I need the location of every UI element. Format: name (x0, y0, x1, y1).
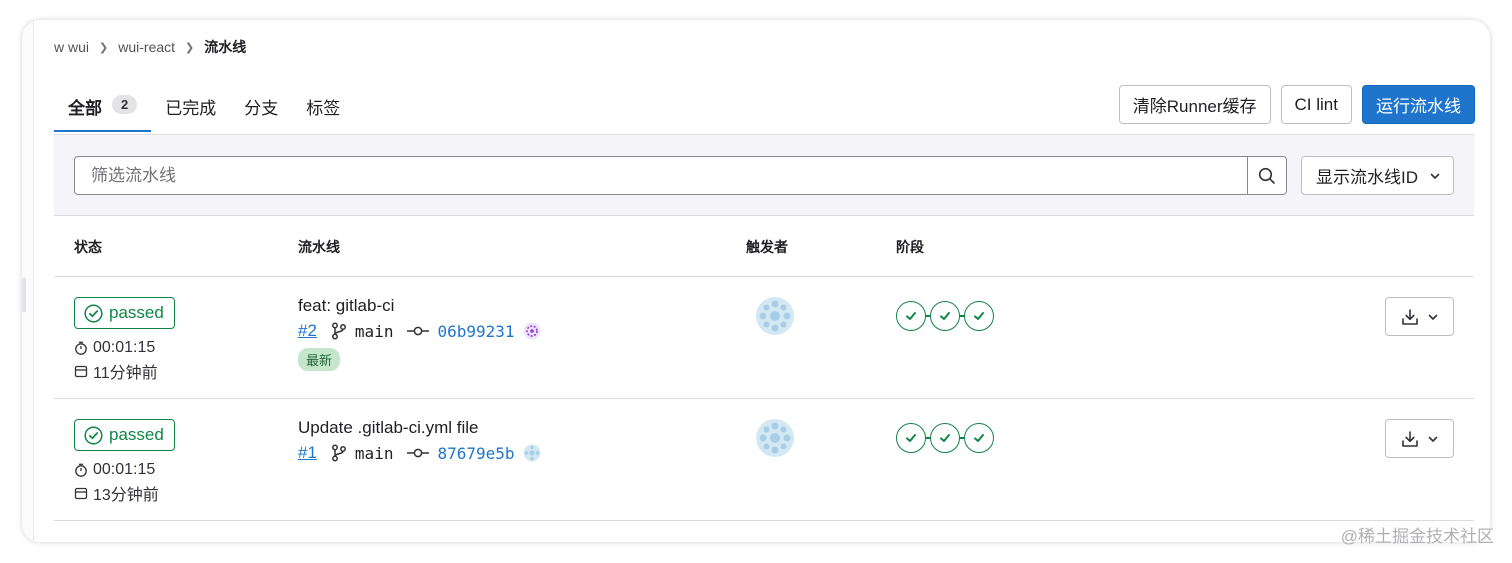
stage-passed-icon[interactable] (925, 423, 960, 453)
branch-icon (331, 322, 346, 340)
pipeline-refs: #1 main 87679e5b (298, 443, 541, 463)
branch-name[interactable]: main (355, 322, 394, 341)
filter-pipelines-input[interactable] (91, 165, 1247, 186)
tab-all[interactable]: 全部 2 (54, 82, 152, 132)
download-artifacts-button[interactable] (1385, 297, 1454, 336)
chevron-down-icon (1428, 436, 1437, 442)
duration: 00:01:15 (74, 339, 155, 357)
dropdown-label: 显示流水线ID (1316, 168, 1418, 187)
breadcrumb-group[interactable]: w wui (54, 39, 89, 55)
stage-passed-icon[interactable] (959, 423, 994, 453)
finished-value: 13分钟前 (93, 487, 159, 504)
pipeline-commit-title[interactable]: Update .gitlab-ci.yml file (298, 418, 478, 438)
run-pipeline-button[interactable]: 运行流水线 (1362, 85, 1475, 124)
triggerer-avatar[interactable] (756, 419, 794, 457)
commit-author-avatar[interactable] (523, 322, 541, 340)
chevron-down-icon (1428, 314, 1437, 320)
pipeline-commit-title[interactable]: feat: gitlab-ci (298, 296, 394, 316)
pipeline-id-link[interactable]: #2 (298, 321, 317, 341)
pipeline-stages (896, 301, 998, 331)
status-label: passed (109, 303, 164, 322)
table-row: passed 00:01:15 11分钟前 feat: gitlab-ci #2… (54, 277, 1474, 399)
branch-icon (331, 444, 346, 462)
download-icon (1401, 430, 1418, 447)
header-stages: 阶段 (896, 239, 924, 255)
pipeline-id-link[interactable]: #1 (298, 443, 317, 463)
latest-badge: 最新 (298, 348, 341, 371)
pipeline-scope-tabs: 全部 2 已完成 分支 标签 (54, 82, 354, 132)
breadcrumb-current[interactable]: 流水线 (204, 37, 246, 57)
table-row: passed 00:01:15 13分钟前 Update .gitlab-ci.… (54, 399, 1474, 521)
pipeline-refs: #2 main 06b99231 (298, 321, 541, 341)
watermark: @稀土掘金技术社区 (1340, 527, 1494, 546)
duration-value: 00:01:15 (93, 339, 156, 356)
stage-passed-icon[interactable] (925, 301, 960, 331)
sidebar-collapsed (22, 20, 34, 542)
calendar-icon (74, 365, 88, 378)
duration: 00:01:15 (74, 461, 155, 479)
finished-time: 13分钟前 (74, 481, 159, 505)
commit-author-avatar[interactable] (523, 444, 541, 462)
tab-label: 已完成 (165, 99, 217, 118)
stage-passed-icon[interactable] (959, 301, 994, 331)
status-success-icon (84, 303, 103, 323)
ci-lint-button[interactable]: CI lint (1280, 85, 1352, 124)
status-badge[interactable]: passed (74, 419, 175, 451)
sidebar-toggle-handle[interactable] (22, 278, 26, 312)
tab-label: 分支 (244, 99, 279, 118)
stage-passed-icon[interactable] (896, 423, 926, 453)
calendar-icon (74, 487, 88, 500)
app-window: w wui ❯ wui-react ❯ 流水线 全部 2 已完成 分支 标签 清… (22, 20, 1490, 542)
search-icon (1258, 167, 1275, 184)
header-pipeline: 流水线 (298, 239, 340, 255)
header-actions: 清除Runner缓存 CI lint 运行流水线 (1118, 85, 1475, 124)
download-artifacts-button[interactable] (1385, 419, 1454, 458)
status-success-icon (84, 425, 103, 445)
filter-field (75, 157, 1247, 194)
finished-time: 11分钟前 (74, 359, 158, 383)
timer-icon (75, 463, 87, 477)
triggerer-avatar[interactable] (756, 297, 794, 335)
tab-finished[interactable]: 已完成 (151, 82, 230, 132)
tab-count-badge: 2 (112, 95, 138, 114)
commit-sha-link[interactable]: 06b99231 (437, 322, 514, 341)
commit-sha-link[interactable]: 87679e5b (437, 444, 514, 463)
commit-icon (407, 448, 430, 458)
branch-name[interactable]: main (355, 444, 394, 463)
breadcrumb: w wui ❯ wui-react ❯ 流水线 (54, 37, 246, 57)
clear-runner-cache-button[interactable]: 清除Runner缓存 (1118, 85, 1271, 124)
table-header: 状态 流水线 触发者 阶段 (54, 216, 1474, 277)
status-label: passed (109, 425, 164, 444)
breadcrumb-project[interactable]: wui-react (118, 39, 175, 55)
display-id-dropdown[interactable]: 显示流水线ID (1301, 156, 1454, 195)
chevron-down-icon (1430, 173, 1440, 179)
chevron-right-icon: ❯ (99, 41, 109, 54)
duration-value: 00:01:15 (93, 461, 156, 478)
download-icon (1401, 308, 1418, 325)
header-triggerer: 触发者 (746, 239, 788, 255)
filter-search-box (74, 156, 1287, 195)
tab-branches[interactable]: 分支 (230, 82, 292, 132)
filter-bar: 显示流水线ID (54, 134, 1474, 216)
stage-passed-icon[interactable] (896, 301, 926, 331)
search-button[interactable] (1247, 157, 1286, 194)
finished-value: 11分钟前 (93, 365, 158, 382)
tab-label: 全部 (68, 99, 102, 118)
pipeline-stages (896, 423, 998, 453)
status-badge[interactable]: passed (74, 297, 175, 329)
chevron-right-icon: ❯ (185, 41, 195, 54)
commit-icon (407, 326, 430, 336)
tab-label: 标签 (306, 99, 341, 118)
header-status: 状态 (74, 239, 102, 255)
timer-icon (75, 341, 87, 355)
main-content: w wui ❯ wui-react ❯ 流水线 全部 2 已完成 分支 标签 清… (54, 20, 1475, 542)
tab-tags[interactable]: 标签 (292, 82, 354, 132)
